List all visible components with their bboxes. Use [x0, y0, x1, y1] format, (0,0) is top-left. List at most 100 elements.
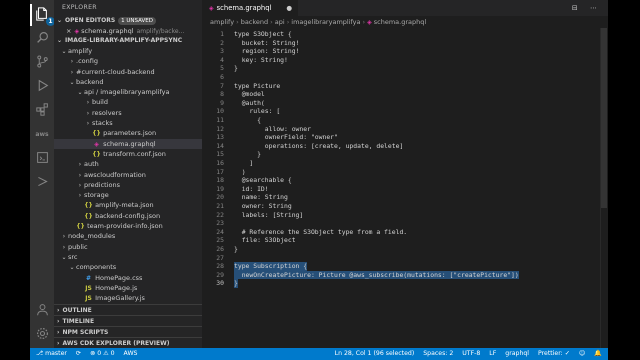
open-editor-item[interactable]: × ◈ schema.graphql amplify/backe...: [54, 26, 202, 36]
tree-item[interactable]: JS ImageGallery.js: [54, 293, 202, 303]
cursor-position[interactable]: Ln 28, Col 1 (96 selected): [335, 350, 415, 357]
tree-item[interactable]: › predictions: [54, 180, 202, 190]
tree-item[interactable]: {} transform.conf.json: [54, 149, 202, 159]
code-line[interactable]: 14 operations: [create, update, delete]: [202, 142, 608, 151]
code-line[interactable]: 20 name: String: [202, 193, 608, 202]
unsaved-dot-icon[interactable]: ●: [286, 0, 292, 16]
code-line[interactable]: 21 owner: String: [202, 202, 608, 211]
tree-item[interactable]: ⌄amplify: [54, 46, 202, 56]
outline-section[interactable]: › OUTLINE: [54, 304, 202, 315]
tree-item[interactable]: › build: [54, 97, 202, 107]
notifications-icon[interactable]: 🔔: [594, 350, 602, 357]
explorer-sidebar: EXPLORER ⌄ OPEN EDITORS 1 UNSAVED × ◈ schem…: [54, 0, 202, 348]
code-line[interactable]: 26}: [202, 245, 608, 254]
code-line[interactable]: 29 newOnCreatePicture: Picture @aws_subs…: [202, 270, 608, 280]
code-line[interactable]: 18 @searchable {: [202, 176, 608, 185]
line-number: 21: [216, 202, 224, 210]
gear-icon[interactable]: [34, 327, 50, 343]
sync-icon[interactable]: ⟳: [76, 350, 81, 357]
tree-item[interactable]: › resolvers: [54, 108, 202, 118]
close-icon[interactable]: ×: [66, 27, 71, 35]
tree-item[interactable]: ⌄src: [54, 252, 202, 262]
remote-icon[interactable]: [34, 151, 50, 167]
end-of-line[interactable]: LF: [489, 350, 496, 357]
code-line[interactable]: 3 region: String!: [202, 47, 608, 56]
code-line[interactable]: 8 @model: [202, 90, 608, 99]
aws-cdk-explorer-section[interactable]: › AWS CDK EXPLORER (PREVIEW): [54, 337, 202, 348]
code-line[interactable]: 4 key: String!: [202, 56, 608, 65]
run-debug-icon[interactable]: [34, 79, 50, 95]
scrollbar-thumb[interactable]: [601, 28, 607, 208]
aws-status[interactable]: AWS: [124, 350, 138, 357]
breadcrumb-item[interactable]: backend: [241, 18, 268, 26]
code-line[interactable]: 13 ownerField: "owner": [202, 133, 608, 142]
timeline-section[interactable]: › TIMELINE: [54, 315, 202, 326]
code-line[interactable]: 2 bucket: String!: [202, 39, 608, 48]
tree-item[interactable]: {} parameters.json: [54, 128, 202, 138]
npm-scripts-section[interactable]: › NPM SCRIPTS: [54, 326, 202, 337]
code-line[interactable]: 19 id: ID!: [202, 185, 608, 194]
feedback-icon[interactable]: ☺: [579, 350, 585, 357]
tree-item[interactable]: {} team-provider-info.json: [54, 221, 202, 231]
project-header[interactable]: ⌄ IMAGE-LIBRARY-AMPLIFY-APPSYNC: [54, 36, 202, 46]
code-line[interactable]: 16 ]: [202, 159, 608, 168]
code-line[interactable]: 15 }: [202, 150, 608, 159]
code-text: region: String!: [234, 47, 300, 56]
breadcrumb-item[interactable]: api: [275, 18, 285, 26]
tree-item[interactable]: › public: [54, 242, 202, 252]
code-line[interactable]: 6: [202, 73, 608, 82]
tree-item[interactable]: {} backend-config.json: [54, 211, 202, 221]
code-line[interactable]: 1 type S3Object {: [202, 30, 608, 39]
code-line[interactable]: 9 @auth(: [202, 99, 608, 108]
tree-item[interactable]: › awscloudformation: [54, 170, 202, 180]
line-number: 10: [216, 107, 224, 116]
docker-icon[interactable]: [34, 175, 50, 191]
encoding[interactable]: UTF-8: [462, 350, 480, 357]
code-line[interactable]: 10 rules: [: [202, 107, 608, 116]
tree-item[interactable]: ◈ schema.graphql: [54, 138, 202, 149]
open-editors-header[interactable]: ⌄ OPEN EDITORS 1 UNSAVED: [54, 16, 202, 26]
code-line[interactable]: 17 ): [202, 168, 608, 177]
files-icon[interactable]: 1: [30, 4, 55, 26]
tree-item[interactable]: JS HomePage.js: [54, 283, 202, 293]
code-line[interactable]: 12 allow: owner: [202, 125, 608, 134]
code-line[interactable]: 23: [202, 219, 608, 228]
editor-scrollbar[interactable]: [600, 28, 608, 348]
tree-item[interactable]: ⌄api / imagelibraryamplifya: [54, 87, 202, 97]
problems-indicator[interactable]: ⊗ 0 ⚠ 0: [90, 350, 115, 357]
code-line[interactable]: 11 {: [202, 116, 608, 125]
code-line[interactable]: 30}: [202, 279, 608, 288]
code-line[interactable]: 24 # Reference the S3Object type from a …: [202, 228, 608, 237]
aws-icon[interactable]: aws: [34, 127, 50, 143]
tree-item[interactable]: › stacks: [54, 118, 202, 128]
tree-item[interactable]: › node_modules: [54, 231, 202, 241]
search-icon[interactable]: [34, 31, 50, 47]
indentation[interactable]: Spaces: 2: [423, 350, 453, 357]
account-icon[interactable]: [34, 303, 50, 319]
branch-indicator[interactable]: ⎇ master: [36, 350, 67, 357]
code-line[interactable]: 27: [202, 254, 608, 263]
code-line[interactable]: 28 type Subscription {: [202, 262, 608, 271]
source-control-icon[interactable]: [34, 55, 50, 71]
tree-item[interactable]: {} amplify-meta.json: [54, 200, 202, 210]
tree-item[interactable]: › auth: [54, 159, 202, 169]
tab-schema-graphql[interactable]: ◈ schema.graphql ●: [202, 0, 298, 16]
breadcrumb-item[interactable]: schema.graphql: [374, 18, 426, 26]
language-mode[interactable]: graphql: [505, 350, 529, 357]
code-line[interactable]: 5}: [202, 64, 608, 73]
breadcrumb-item[interactable]: amplify: [210, 18, 234, 26]
editor-actions[interactable]: ⊟ ⋯: [572, 0, 602, 16]
breadcrumb-item[interactable]: imagelibraryamplifya: [291, 18, 360, 26]
code-line[interactable]: 7 type Picture: [202, 82, 608, 91]
tree-item[interactable]: › .config: [54, 56, 202, 66]
code-line[interactable]: 22 labels: [String]: [202, 211, 608, 220]
tree-item[interactable]: › storage: [54, 190, 202, 200]
code-editor[interactable]: 1 type S3Object {2 bucket: String! 3 regio…: [202, 28, 608, 348]
code-line[interactable]: 25 file: S3Object: [202, 236, 608, 245]
tree-item[interactable]: # HomePage.css: [54, 273, 202, 283]
extensions-icon[interactable]: [34, 103, 50, 119]
tree-item[interactable]: ⌄components: [54, 262, 202, 272]
tree-item[interactable]: ⌄backend: [54, 77, 202, 87]
prettier-status[interactable]: Prettier: ✓: [538, 350, 570, 357]
tree-item[interactable]: › #current-cloud-backend: [54, 67, 202, 77]
